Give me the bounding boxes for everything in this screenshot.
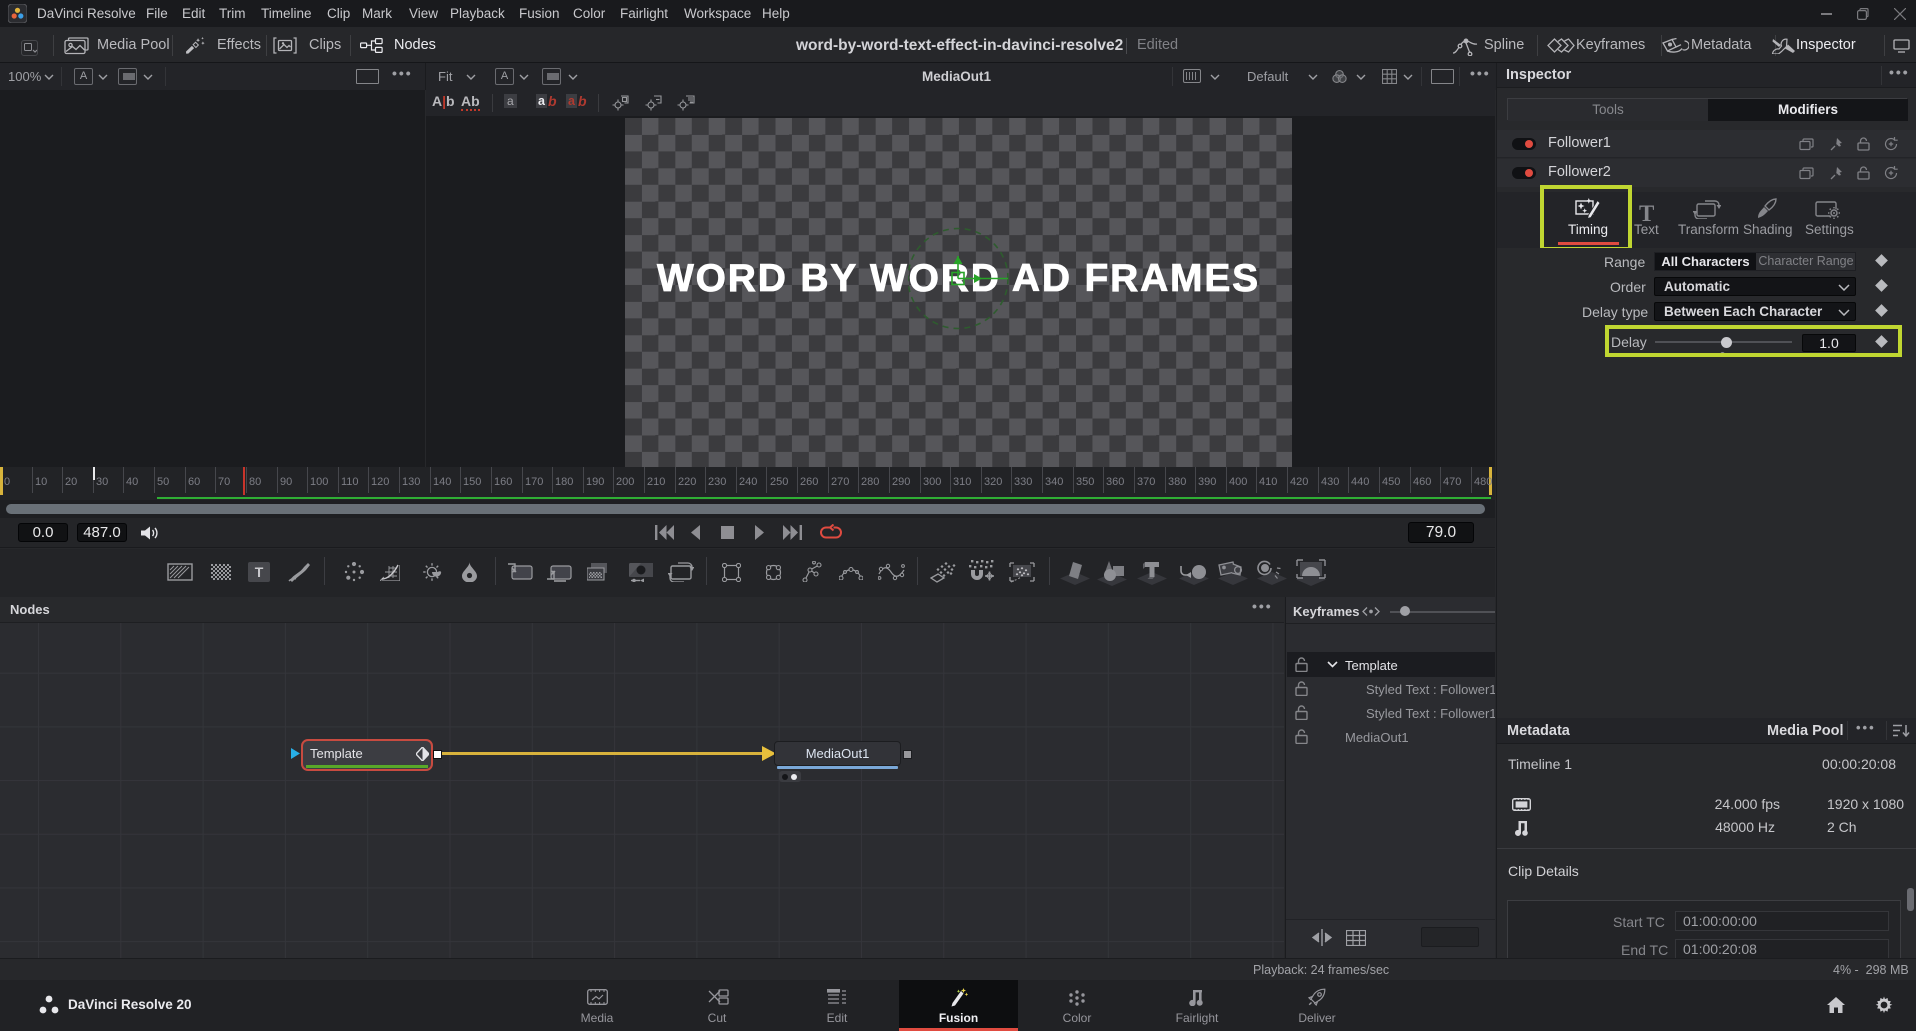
- svg-text:T: T: [255, 564, 264, 580]
